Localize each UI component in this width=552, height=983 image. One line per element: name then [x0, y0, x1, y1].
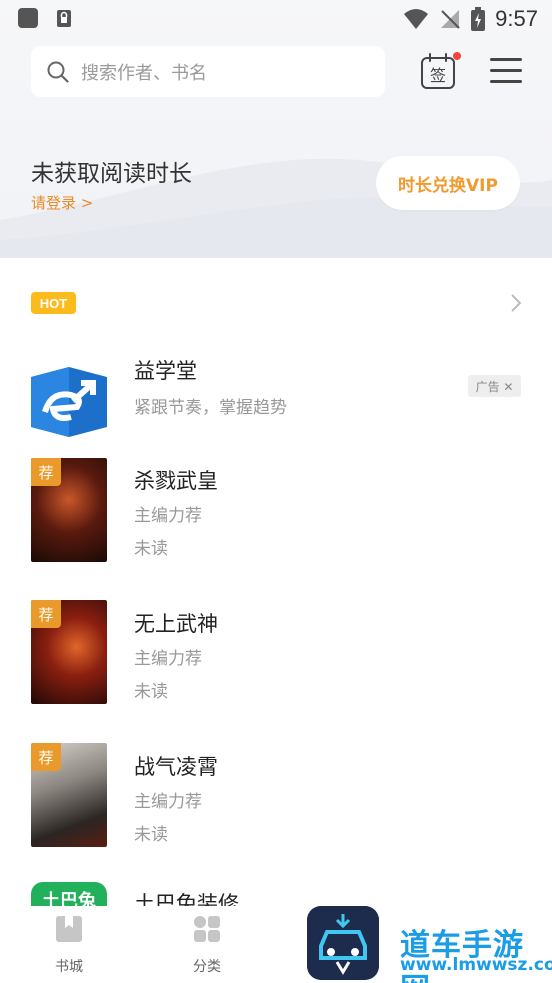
hot-badge: HOT: [31, 292, 76, 314]
recommend-tag: 荐: [31, 458, 61, 486]
book-cover: 荐: [31, 458, 107, 562]
ad-title: 益学堂: [134, 359, 197, 383]
menu-icon[interactable]: [490, 58, 522, 86]
book-title: 战气凌霄: [134, 755, 218, 779]
book-cover: 荐: [31, 600, 107, 704]
login-link[interactable]: 请登录 >: [31, 192, 93, 213]
wifi-icon: [404, 9, 429, 29]
notification-icon: [18, 8, 38, 28]
book-title: 杀戮武皇: [134, 469, 218, 493]
header-background: [0, 0, 552, 258]
recommend-tag: 荐: [31, 743, 61, 771]
book-recommend: 主编力荐: [134, 792, 202, 812]
search-placeholder: 搜索作者、书名: [81, 62, 207, 84]
notification-dot: [453, 52, 461, 60]
search-icon: [47, 61, 69, 83]
tab-bookstore[interactable]: 书城: [29, 906, 109, 983]
tab-label: 分类: [193, 959, 221, 975]
yixuetang-logo: [31, 367, 107, 437]
tab-category[interactable]: 分类: [167, 906, 247, 983]
watermark-logo: [307, 906, 379, 980]
search-input[interactable]: 搜索作者、书名: [31, 46, 385, 97]
book-status: 未读: [134, 539, 168, 559]
ad-close-tag[interactable]: 广告 ✕: [468, 375, 521, 397]
reading-time-title: 未获取阅读时长: [31, 161, 192, 187]
book-title: 无上武神: [134, 612, 218, 636]
chevron-right-icon[interactable]: [508, 293, 524, 313]
tab-label: 书城: [55, 959, 83, 975]
sign-label: 签: [430, 66, 446, 85]
book-status: 未读: [134, 825, 168, 845]
vpn-lock-icon: [57, 10, 71, 27]
book-status: 未读: [134, 682, 168, 702]
battery-charging-icon: [471, 7, 486, 31]
book-recommend: 主编力荐: [134, 506, 202, 526]
watermark-url: www.lmwwsz.com: [400, 955, 552, 975]
book-recommend: 主编力荐: [134, 649, 202, 669]
status-bar: 9:57: [0, 0, 552, 38]
no-signal-icon: [441, 10, 460, 29]
bookmark-icon: [56, 916, 82, 942]
vip-exchange-button[interactable]: 时长兑换VIP: [376, 156, 520, 210]
sign-in-button[interactable]: 签: [420, 52, 456, 90]
recommend-tag: 荐: [31, 600, 61, 628]
ad-subtitle: 紧跟节奏，掌握趋势: [134, 398, 287, 418]
grid-icon: [194, 916, 220, 942]
status-time: 9:57: [495, 6, 538, 31]
book-cover: 荐: [31, 743, 107, 847]
